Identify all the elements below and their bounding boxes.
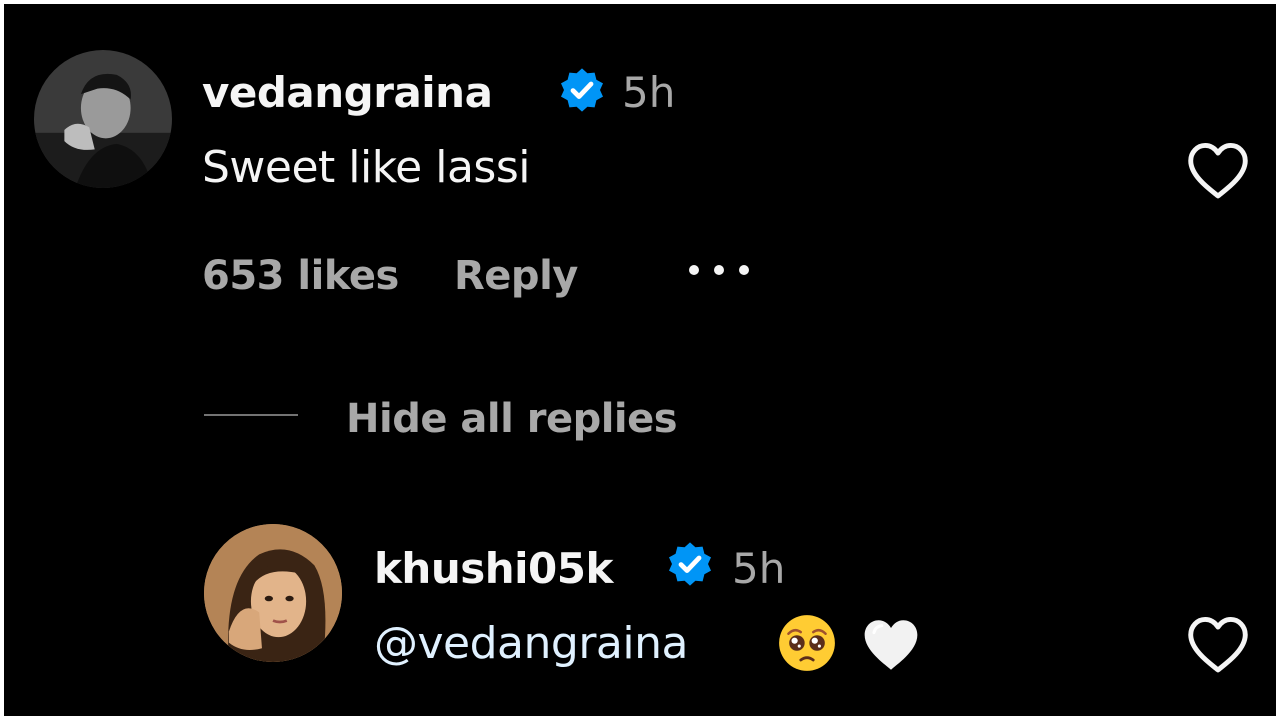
heart-outline-icon[interactable]	[1184, 614, 1252, 674]
verified-badge-icon	[561, 68, 603, 112]
pleading-face-emoji	[779, 615, 835, 671]
white-heart-emoji	[864, 620, 918, 670]
reply-time: 5h	[732, 544, 786, 593]
hide-replies-button[interactable]: Hide all replies	[346, 399, 678, 439]
comment-likes[interactable]: 653 likes	[202, 256, 399, 296]
avatar-vedangraina[interactable]	[34, 50, 172, 188]
comment-username[interactable]: vedangraina	[202, 72, 493, 114]
comment-time: 5h	[622, 68, 676, 117]
heart-outline-icon[interactable]	[1184, 140, 1252, 200]
reply-mention-link[interactable]: @vedangraina	[374, 622, 688, 666]
replies-divider	[204, 414, 298, 416]
comment-text: Sweet like lassi	[202, 142, 530, 193]
more-options-icon[interactable]	[684, 260, 754, 280]
reply-button[interactable]: Reply	[454, 256, 578, 296]
verified-badge-icon	[669, 542, 711, 586]
reply-username[interactable]: khushi05k	[374, 548, 613, 590]
comments-panel: vedangraina 5h Sweet like lassi 653 like…	[4, 4, 1276, 716]
avatar-khushi05k[interactable]	[204, 524, 342, 662]
